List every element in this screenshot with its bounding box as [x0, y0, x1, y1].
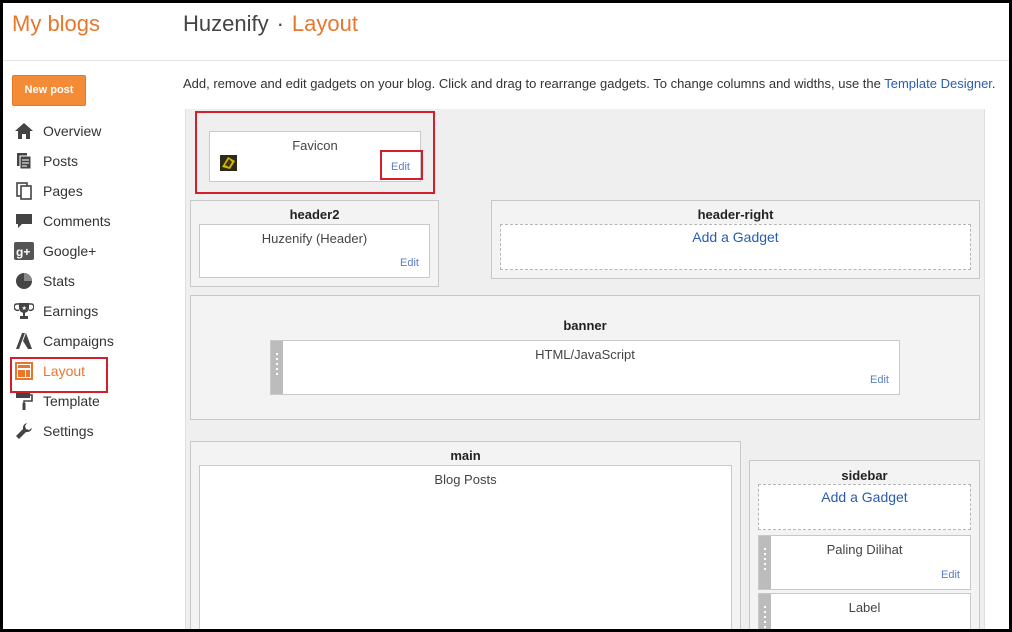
section-title: sidebar: [841, 468, 888, 483]
section-title: header-right: [697, 207, 774, 222]
sidebar-item-label: Overview: [43, 123, 102, 139]
section-title: main: [450, 448, 481, 463]
description-text: Add, remove and edit gadgets on your blo…: [183, 76, 885, 91]
sidebar-add-gadget[interactable]: Add a Gadget: [758, 484, 971, 530]
sidebar-item-earnings[interactable]: ★ Earnings: [11, 296, 171, 326]
gadget-name: Paling Dilihat: [826, 542, 903, 557]
sidebar-item-settings[interactable]: Settings: [11, 416, 171, 446]
template-designer-link[interactable]: Template Designer: [884, 76, 992, 91]
trophy-icon: ★: [13, 301, 35, 321]
sidebar-item-posts[interactable]: Posts: [11, 146, 171, 176]
sidebar-item-stats[interactable]: Stats: [11, 266, 171, 296]
sidebar-item-label: Earnings: [43, 303, 99, 319]
sidebar-item-layout[interactable]: Layout: [10, 356, 171, 393]
gadget-name: HTML/JavaScript: [535, 347, 635, 362]
breadcrumb: Huzenify · Layout: [183, 11, 358, 37]
sidebar-item-label: Posts: [43, 153, 79, 169]
edit-highlight: [380, 150, 423, 180]
blog-posts-gadget[interactable]: Blog Posts: [199, 465, 732, 629]
sidebar-item-comments[interactable]: Comments: [11, 206, 171, 236]
home-icon: [13, 121, 35, 141]
svg-text:g+: g+: [16, 245, 30, 259]
section-title: banner: [563, 318, 607, 333]
paling-dilihat-edit-link[interactable]: Edit: [941, 569, 960, 581]
google-plus-icon: g+: [13, 241, 35, 261]
svg-text:★: ★: [22, 305, 27, 312]
label-gadget[interactable]: Label: [758, 593, 971, 629]
wrench-icon: [13, 421, 35, 441]
sidebar-item-label: Layout: [43, 363, 86, 379]
sidebar-item-label: Pages: [43, 183, 83, 199]
sidebar-item-campaigns[interactable]: Campaigns: [11, 326, 171, 356]
layout-icon: [13, 361, 35, 381]
sidebar-item-label: Template: [43, 393, 100, 409]
comments-icon: [13, 211, 35, 231]
paling-dilihat-gadget[interactable]: Paling Dilihat Edit: [758, 535, 971, 590]
campaigns-icon: [13, 331, 35, 351]
breadcrumb-blog-name[interactable]: Huzenify: [183, 11, 269, 36]
blogger-window: My blogs Huzenify · Layout New post Overvi…: [0, 0, 1012, 632]
sidebar-item-label: Stats: [43, 273, 75, 289]
header-right-add-gadget[interactable]: Add a Gadget: [500, 224, 971, 270]
sidebar-item-label: Comments: [43, 213, 111, 229]
sidebar-item-google-plus[interactable]: g+ Google+: [11, 236, 171, 266]
gadget-name: Label: [848, 600, 881, 615]
drag-handle[interactable]: [759, 536, 771, 589]
section-title: header2: [289, 207, 340, 222]
drag-handle[interactable]: [759, 594, 771, 629]
description-end: .: [991, 76, 996, 91]
breadcrumb-current: Layout: [291, 11, 358, 36]
drag-handle[interactable]: [271, 341, 283, 394]
sidebar-item-template[interactable]: Template: [11, 386, 171, 416]
sidebar-item-pages[interactable]: Pages: [11, 176, 171, 206]
my-blogs-link[interactable]: My blogs: [12, 11, 100, 37]
layout-description: Add, remove and edit gadgets on your blo…: [183, 76, 996, 91]
banner-html-gadget[interactable]: HTML/JavaScript Edit: [270, 340, 900, 395]
sidebar-item-label: Google+: [43, 243, 97, 259]
pages-icon: [13, 181, 35, 201]
gadget-name: Blog Posts: [434, 472, 497, 487]
header-edit-link[interactable]: Edit: [400, 257, 419, 269]
paint-roller-icon: [13, 391, 35, 411]
sidebar-nav: Overview Posts Pages Comments g+ Google+: [10, 116, 171, 446]
new-post-button[interactable]: New post: [12, 75, 86, 106]
sidebar-item-label: Settings: [43, 423, 94, 439]
breadcrumb-separator: ·: [276, 11, 284, 36]
posts-icon: [13, 151, 35, 171]
sidebar-item-overview[interactable]: Overview: [11, 116, 171, 146]
gadget-name: Huzenify (Header): [261, 231, 368, 246]
sidebar-item-label: Campaigns: [43, 333, 114, 349]
banner-edit-link[interactable]: Edit: [870, 374, 889, 386]
top-bar: My blogs Huzenify · Layout: [3, 3, 1009, 61]
header-gadget[interactable]: Huzenify (Header) Edit: [199, 224, 430, 278]
stats-icon: [13, 271, 35, 291]
